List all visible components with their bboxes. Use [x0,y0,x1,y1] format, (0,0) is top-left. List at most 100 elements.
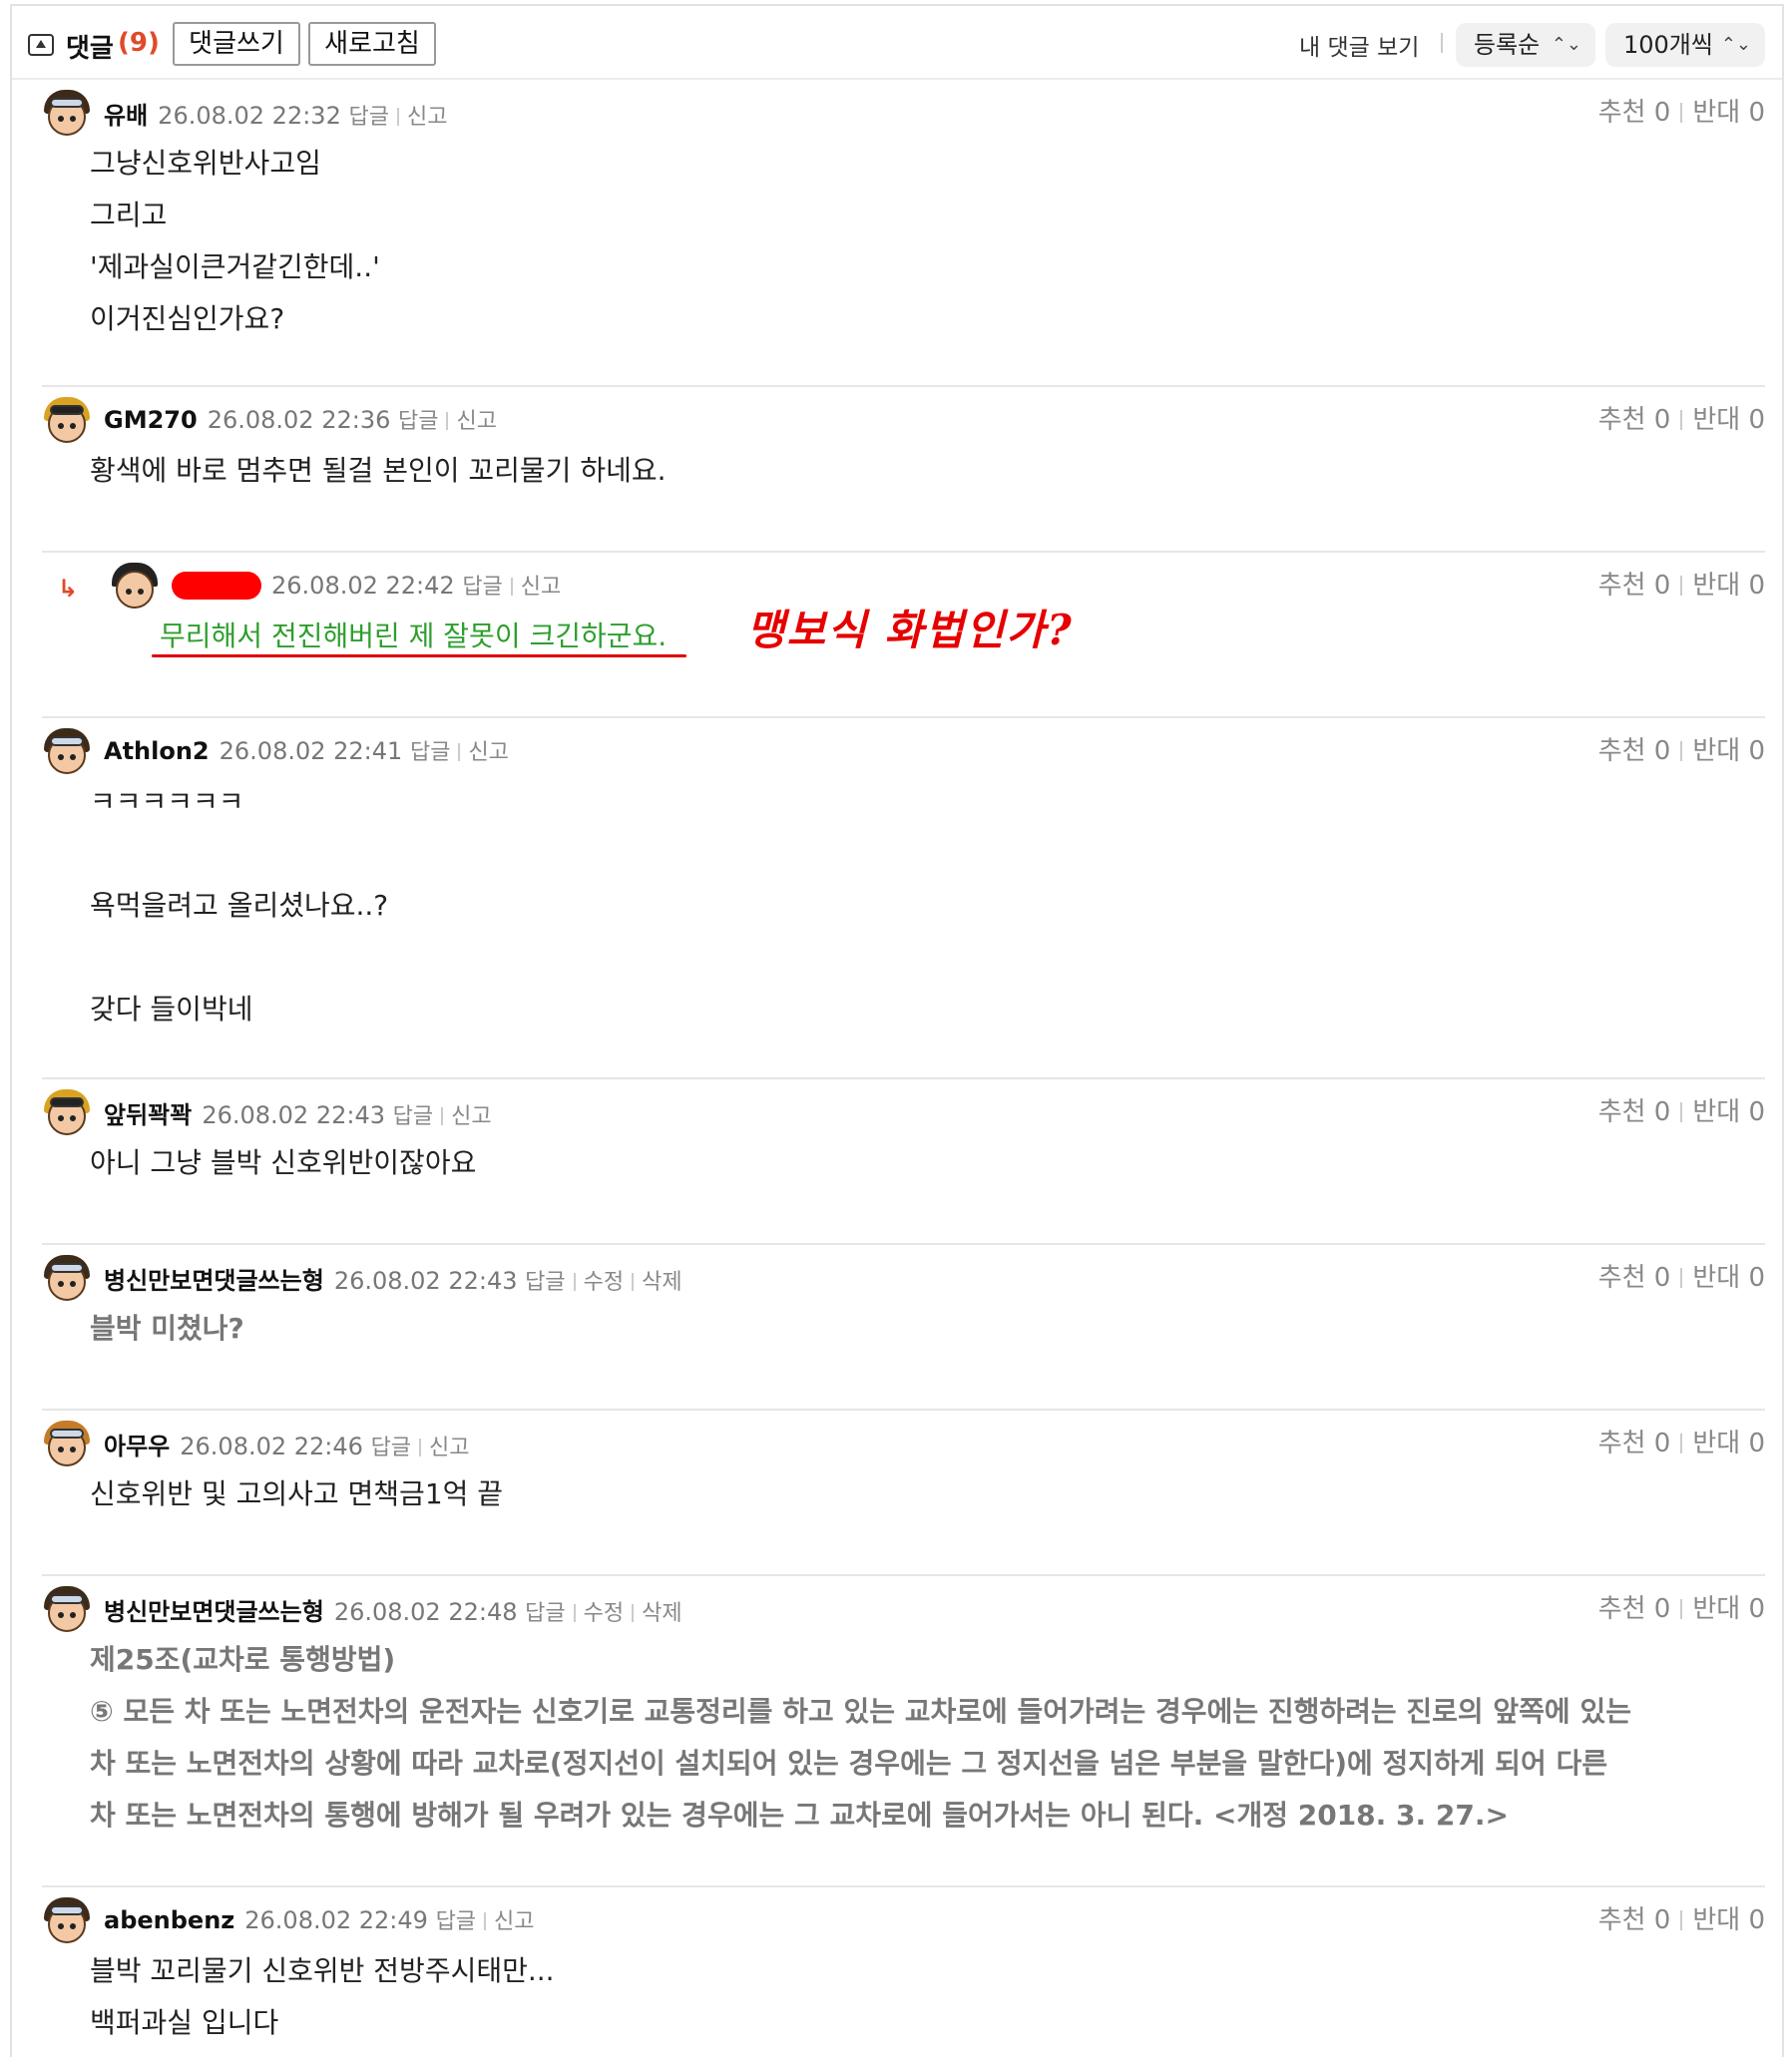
chevron-updown-icon: ⌃⌄ [1720,34,1751,55]
comment-item: Athlon2 26.08.02 22:41 답글 신고 추천 0 반대 0 ㅋㅋㅋㅋㅋㅋ… [42,718,1765,1079]
comment-action-delete[interactable]: 삭제 [642,1601,681,1626]
upvote-button[interactable]: 추천 0 [1598,1429,1671,1458]
action-divider [484,1912,487,1930]
avatar[interactable] [42,395,92,445]
comment-date: 26.08.02 22:41 [219,737,403,765]
comment-line: ㅋㅋㅋㅋㅋㅋ [90,785,244,818]
author-nickname[interactable]: GM270 [104,406,198,434]
downvote-button[interactable]: 반대 0 [1692,98,1765,128]
comment-line: 아니 그냥 블박 신호위반이잖아요 [90,1146,477,1179]
vote-controls: 추천 0 반대 0 [1598,1091,1765,1128]
upvote-button[interactable]: 추천 0 [1598,1097,1671,1127]
refresh-button[interactable]: 새로고침 [308,22,436,66]
upvote-button[interactable]: 추천 0 [1598,1905,1671,1935]
page-size-select[interactable]: 100개씩 ⌃⌄ [1605,23,1765,67]
downvote-button[interactable]: 반대 0 [1692,1097,1765,1127]
downvote-button[interactable]: 반대 0 [1692,1263,1765,1293]
author-nickname[interactable]: 아무우 [104,1433,170,1460]
sort-select[interactable]: 등록순 ⌃⌄ [1456,23,1595,67]
comment-body: 신호위반 및 고의사고 면책금1억 끝 [90,1468,503,1520]
comment-action-report[interactable]: 신고 [494,1909,534,1934]
avatar[interactable] [110,561,160,611]
comment-action-reply[interactable]: 답글 [393,1104,433,1129]
comment-action-edit[interactable]: 수정 [584,1270,624,1295]
comment-line: 백퍼과실 입니다 [90,2006,279,2039]
comment-action-reply[interactable]: 답글 [410,740,450,765]
upvote-button[interactable]: 추천 0 [1598,405,1671,435]
vote-controls: 추천 0 반대 0 [1598,399,1765,436]
upvote-button[interactable]: 추천 0 [1598,98,1671,128]
my-comments-link[interactable]: 내 댓글 보기 [1299,28,1419,62]
vote-divider [1680,410,1683,430]
comment-meta: 병신만보면댓글쓰는형 26.08.02 22:43 답글 수정 삭제 [104,1261,682,1296]
comment-action-edit[interactable]: 수정 [584,1601,624,1626]
author-nickname[interactable]: abenbenz [104,1906,234,1934]
author-nickname[interactable]: Athlon2 [104,737,210,765]
author-nickname[interactable]: 병신만보면댓글쓰는형 [104,1598,324,1626]
avatar[interactable] [42,1419,92,1468]
vote-divider [1680,576,1683,596]
upvote-button[interactable]: 추천 0 [1598,1594,1671,1624]
write-comment-button[interactable]: 댓글쓰기 [173,22,300,66]
comment-date: 26.08.02 22:42 [271,572,455,600]
chevron-updown-icon: ⌃⌄ [1551,34,1581,55]
upvote-button[interactable]: 추천 0 [1598,1263,1671,1293]
avatar[interactable] [42,726,92,776]
author-nickname[interactable]: 앞뒤꽉꽉 [104,1101,192,1129]
comment-action-report[interactable]: 신고 [521,575,561,600]
downvote-count: 0 [1748,571,1765,601]
downvote-button[interactable]: 반대 0 [1692,405,1765,435]
comment-item: abenbenz 26.08.02 22:49 답글 신고 추천 0 반대 0 블박 꼬리… [42,1887,1765,2067]
downvote-button[interactable]: 반대 0 [1692,1429,1765,1458]
upvote-button[interactable]: 추천 0 [1598,571,1671,601]
vote-divider [1680,1102,1683,1122]
vote-divider [1680,103,1683,123]
comment-date: 26.08.02 22:43 [333,1267,518,1295]
comment-meta: GM270 26.08.02 22:36 답글 신고 [104,403,497,435]
comment-action-report[interactable]: 신고 [468,740,508,765]
downvote-count: 0 [1748,1097,1765,1127]
comment-meta: 앞뒤꽉꽉 26.08.02 22:43 답글 신고 [104,1095,492,1130]
comment-action-reply[interactable]: 답글 [398,409,438,434]
action-divider [573,1273,576,1291]
action-divider [632,1604,635,1622]
comment-meta: 유배 26.08.02 22:32 답글 신고 [104,96,447,131]
avatar[interactable] [42,88,92,138]
avatar[interactable] [42,1895,92,1945]
avatar[interactable] [42,1087,92,1137]
author-nickname[interactable]: 병신만보면댓글쓰는형 [104,1267,324,1295]
avatar[interactable] [42,1253,92,1303]
author-nickname[interactable]: 유배 [104,102,148,130]
comment-date: 26.08.02 22:43 [202,1101,385,1129]
comment-action-reply[interactable]: 답글 [525,1601,565,1626]
comment-action-reply[interactable]: 답글 [371,1436,411,1460]
comment-action-delete[interactable]: 삭제 [642,1270,681,1295]
comment-action-report[interactable]: 신고 [429,1436,469,1460]
downvote-button[interactable]: 반대 0 [1692,1594,1765,1624]
comment-action-reply[interactable]: 답글 [462,575,502,600]
downvote-button[interactable]: 반대 0 [1692,736,1765,766]
comment-action-report[interactable]: 신고 [407,105,447,130]
comment-item: 앞뒤꽉꽉 26.08.02 22:43 답글 신고 추천 0 반대 0 아니 그냥 블박 … [42,1079,1765,1245]
upvote-button[interactable]: 추천 0 [1598,736,1671,766]
comment-date: 26.08.02 22:32 [158,102,341,130]
sort-select-label: 등록순 [1474,31,1541,59]
comment-count: (9) [118,28,160,58]
upvote-count: 0 [1653,1097,1671,1127]
comment-action-report[interactable]: 신고 [456,409,496,434]
downvote-count: 0 [1748,405,1765,435]
vote-divider [1680,1910,1683,1930]
comment-action-reply[interactable]: 답글 [525,1270,565,1295]
comment-action-report[interactable]: 신고 [451,1104,491,1129]
collapse-toggle-icon[interactable] [28,34,54,56]
upvote-count: 0 [1653,405,1671,435]
comment-meta: 아무우 26.08.02 22:46 답글 신고 [104,1427,470,1461]
downvote-button[interactable]: 반대 0 [1692,571,1765,601]
downvote-button[interactable]: 반대 0 [1692,1905,1765,1935]
comment-action-reply[interactable]: 답글 [436,1909,476,1934]
avatar[interactable] [42,1584,92,1634]
comment-action-reply[interactable]: 답글 [348,105,388,130]
comment-header: 댓글 (9) 댓글쓰기 새로고침 내 댓글 보기 등록순 ⌃⌄ 100개씩 ⌃⌄ [12,6,1782,80]
comment-item: 병신만보면댓글쓰는형 26.08.02 22:48 답글 수정 삭제 추천 0 반대 0 제… [42,1576,1765,1887]
comment-line: 블박 미쳤나? [90,1312,244,1345]
